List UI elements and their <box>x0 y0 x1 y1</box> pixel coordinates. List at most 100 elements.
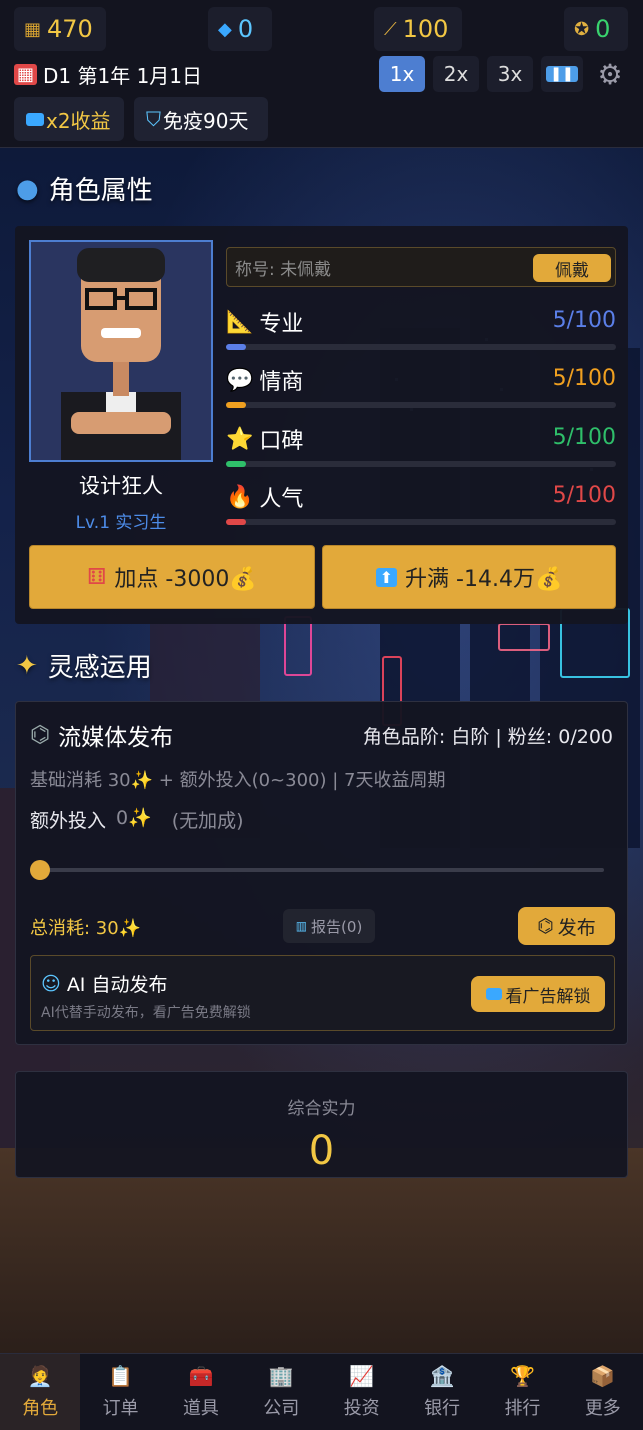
settings-button[interactable]: ⚙ <box>590 56 630 92</box>
report-button[interactable]: ▥ 报告(0) <box>283 909 375 943</box>
company-icon: 🏢 <box>268 1364 294 1388</box>
speech-icon: 💬 <box>226 367 254 393</box>
slider-thumb[interactable] <box>30 860 50 880</box>
game-date: ▦ D1 第1年 1月1日 <box>14 60 202 89</box>
nav-label: 银行 <box>424 1398 461 1419</box>
trophy-icon: 🏆 <box>509 1364 535 1388</box>
cost-info: 基础消耗 30✨ + 额外投入(0~300) | 7天收益周期 <box>30 770 446 791</box>
stat-value: 5/100 <box>552 308 616 333</box>
satellite-icon: ⌬ <box>537 915 554 937</box>
income-boost-badge[interactable]: x2收益 <box>14 97 124 141</box>
diamond-counter: ◆ 0 <box>208 7 272 51</box>
nav-label: 道具 <box>182 1398 219 1419</box>
wear-title-button[interactable]: 佩戴 <box>533 254 611 282</box>
character-portrait <box>29 240 213 462</box>
ruler-icon: 📐 <box>226 309 254 335</box>
extra-value: 0✨ <box>116 807 152 829</box>
ai-description: AI代替手动发布，看广告免费解锁 <box>41 1005 251 1021</box>
max-upgrade-button[interactable]: ⬆ 升满 -14.4万💰 <box>322 545 616 609</box>
add-point-button[interactable]: ⚅ 加点 -3000💰 <box>29 545 315 609</box>
speed-1x-button[interactable]: 1x <box>379 56 425 92</box>
wand-icon: ⟋ <box>384 18 397 40</box>
stat-label: 专业 <box>259 312 304 337</box>
nav-company[interactable]: 🏢 公司 <box>241 1354 321 1430</box>
ai-title-label: AI 自动发布 <box>66 974 168 996</box>
tv-icon <box>26 112 44 126</box>
box-icon: 📦 <box>590 1364 616 1388</box>
nav-bank[interactable]: 🏦 银行 <box>402 1354 482 1430</box>
inspiration-counter: ⟋ 100 <box>374 7 462 51</box>
immunity-badge[interactable]: ⛉ 免疫90天 <box>134 97 268 141</box>
extra-note: (无加成) <box>171 810 244 832</box>
nav-label: 投资 <box>343 1398 380 1419</box>
nav-label: 更多 <box>584 1398 621 1419</box>
coin-counter: ▦ 470 <box>14 7 106 51</box>
diamond-icon: ◆ <box>218 18 232 40</box>
max-upgrade-label: 升满 -14.4万💰 <box>405 567 563 592</box>
diamond-value: 0 <box>237 15 254 43</box>
arrow-up-icon: ⬆ <box>375 567 398 587</box>
power-panel: 综合实力 0 <box>15 1071 628 1178</box>
date-text: D1 第1年 1月1日 <box>43 64 203 88</box>
add-point-label: 加点 -3000💰 <box>114 567 257 592</box>
star-icon: ⭐ <box>226 426 254 452</box>
nav-more[interactable]: 📦 更多 <box>563 1354 643 1430</box>
character-level: Lv.1 实习生 <box>75 513 167 533</box>
stat-bar-fill <box>226 344 246 350</box>
power-value: 0 <box>308 1128 335 1174</box>
stat-value: 5/100 <box>552 483 616 508</box>
nav-items[interactable]: 🧰 道具 <box>161 1354 241 1430</box>
stat-professional: 📐 专业 5/100 <box>226 306 616 356</box>
pause-button[interactable]: ❚❚ <box>541 56 583 92</box>
character-name: 设计狂人 <box>79 474 163 498</box>
invest-icon: 📈 <box>349 1364 375 1388</box>
nav-label: 角色 <box>22 1398 59 1419</box>
stat-value: 5/100 <box>552 425 616 450</box>
fire-icon: 🔥 <box>226 484 254 510</box>
character-section-label: 角色属性 <box>48 176 153 206</box>
nav-label: 公司 <box>263 1398 300 1419</box>
nav-ranking[interactable]: 🏆 排行 <box>482 1354 562 1430</box>
stat-bar-fill <box>226 519 246 525</box>
bank-icon: 🏦 <box>429 1364 455 1388</box>
bottom-nav: 🧑‍💼 角色 📋 订单 🧰 道具 🏢 公司 📈 投资 🏦 银行 🏆 排行 📦 更… <box>0 1353 643 1430</box>
stat-label: 口碑 <box>259 429 304 454</box>
speed-2x-button[interactable]: 2x <box>433 56 479 92</box>
immunity-label: 免疫90天 <box>163 108 249 133</box>
ai-title: ☺ AI 自动发布 <box>41 970 167 997</box>
extra-label: 额外投入 <box>30 810 107 832</box>
nav-character[interactable]: 🧑‍💼 角色 <box>0 1354 81 1430</box>
character-section-title: ● 角色属性 <box>16 170 153 207</box>
power-label: 综合实力 <box>287 1099 356 1119</box>
speed-3x-button[interactable]: 3x <box>487 56 533 92</box>
title-placeholder: 称号: 未佩戴 <box>235 259 332 280</box>
nav-label: 订单 <box>102 1398 139 1419</box>
tv-icon <box>485 988 502 1000</box>
watch-ad-unlock-button[interactable]: 看广告解锁 <box>471 976 605 1012</box>
medal-icon: ✪ <box>574 18 590 40</box>
calendar-icon: ▦ <box>14 64 38 85</box>
robot-icon: ☺ <box>41 972 61 995</box>
total-cost: 总消耗: 30✨ <box>30 918 142 939</box>
report-label: 报告(0) <box>311 917 363 936</box>
stat-bar <box>226 461 616 467</box>
stat-label: 人气 <box>259 487 304 512</box>
person-icon: ● <box>16 173 39 204</box>
publish-label: 发布 <box>557 916 596 939</box>
publish-button[interactable]: ⌬ 发布 <box>518 907 615 945</box>
clipboard-icon: 📋 <box>108 1364 134 1388</box>
investment-slider[interactable] <box>30 858 606 882</box>
medal-counter: ✪ 0 <box>564 7 628 51</box>
sparkle-icon: ✦ <box>16 650 38 681</box>
nav-orders[interactable]: 📋 订单 <box>80 1354 160 1430</box>
satellite-icon: ⌬ <box>30 722 51 748</box>
watch-ad-label: 看广告解锁 <box>505 986 591 1007</box>
title-slot: 称号: 未佩戴 佩戴 <box>226 247 616 287</box>
character-avatar <box>31 242 211 460</box>
coin-stack-icon: ▦ <box>24 18 42 40</box>
nav-invest[interactable]: 📈 投资 <box>322 1354 402 1430</box>
inspiration-section-title: ✦ 灵感运用 <box>16 647 152 684</box>
stat-eq: 💬 情商 5/100 <box>226 364 616 414</box>
ai-auto-publish-box: ☺ AI 自动发布 AI代替手动发布，看广告免费解锁 看广告解锁 <box>30 955 615 1031</box>
stat-bar <box>226 344 616 350</box>
